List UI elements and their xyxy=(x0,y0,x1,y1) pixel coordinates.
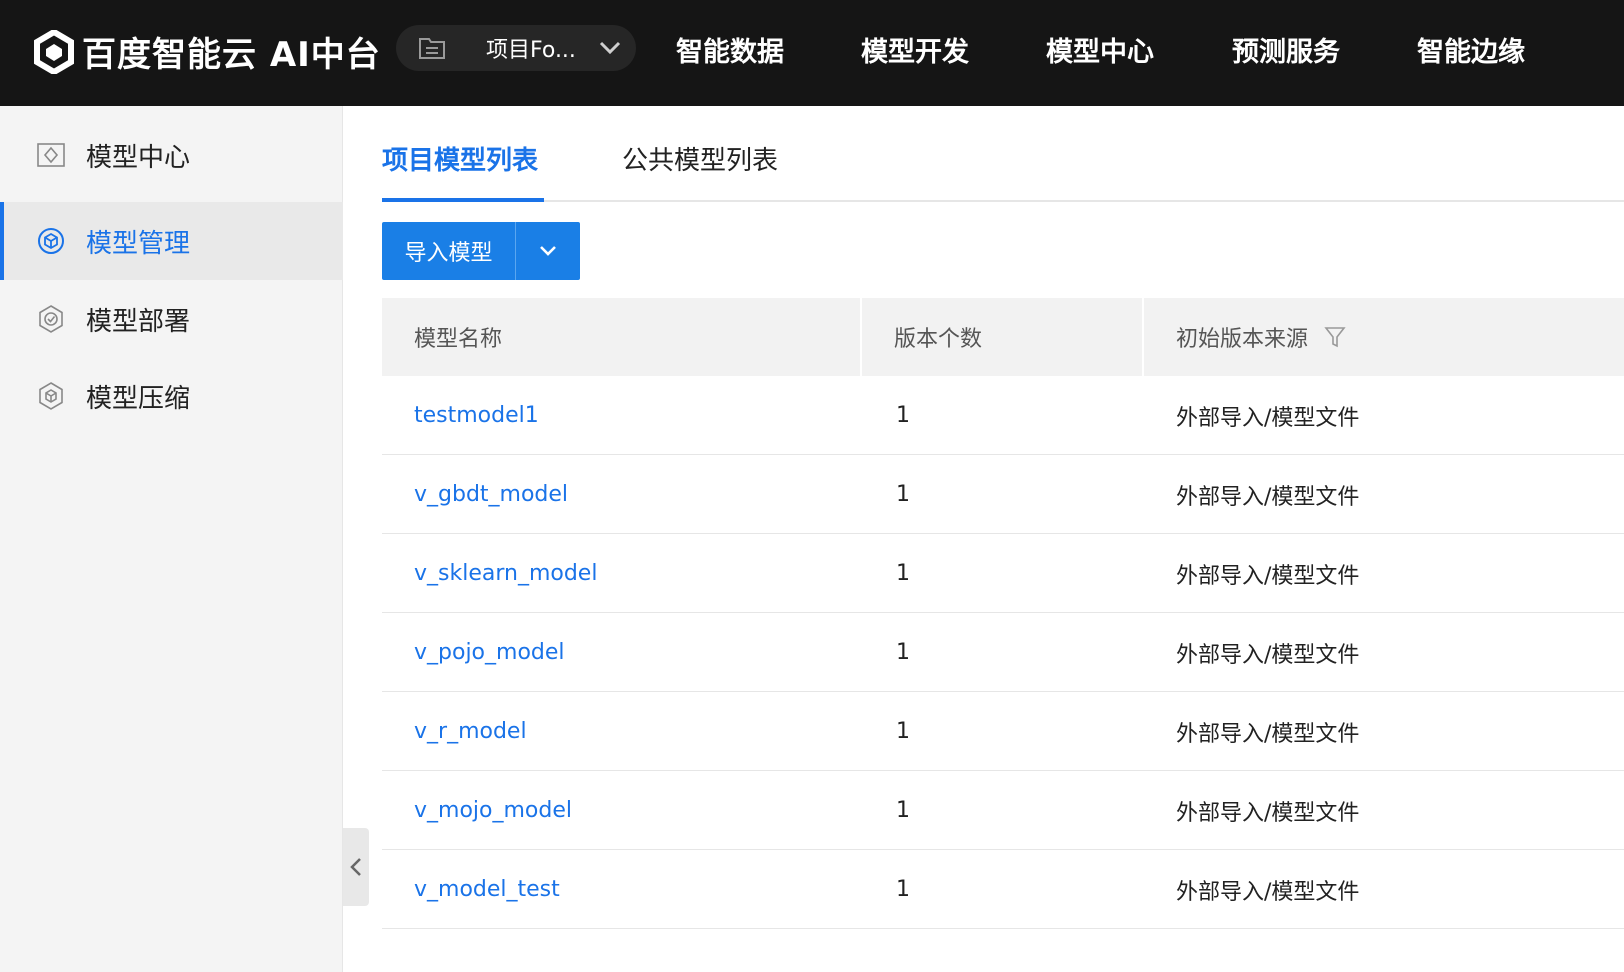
import-model-button[interactable]: 导入模型 xyxy=(382,222,516,280)
version-count: 1 xyxy=(896,561,910,586)
version-count: 1 xyxy=(896,719,910,744)
model-table: 模型名称 版本个数 初始版本来源 testmodel1 1 外部导入/模型文件 … xyxy=(382,298,1624,929)
column-divider xyxy=(860,298,862,376)
sidebar-item-label: 模型管理 xyxy=(86,228,191,259)
project-name: 项目Fo... xyxy=(486,38,576,63)
model-name-link[interactable]: v_mojo_model xyxy=(414,771,572,850)
initial-source: 外部导入/模型文件 xyxy=(1176,484,1360,510)
model-compress-icon xyxy=(39,382,63,410)
import-model-split-button: 导入模型 xyxy=(382,222,580,280)
sidebar-item-model-manage[interactable]: 模型管理 xyxy=(0,202,343,280)
tab-public-models[interactable]: 公共模型列表 xyxy=(622,140,778,177)
model-list-tabs: 项目模型列表 公共模型列表 xyxy=(382,106,1624,202)
sidebar-item-label: 模型压缩 xyxy=(86,383,191,414)
folder-icon xyxy=(419,38,445,59)
table-row: v_sklearn_model 1 外部导入/模型文件 xyxy=(382,534,1624,613)
model-deploy-icon xyxy=(39,305,63,333)
initial-source: 外部导入/模型文件 xyxy=(1176,563,1360,589)
baidu-cloud-logo-icon xyxy=(34,29,74,74)
top-navigation-bar: 百度智能云 AI中台 项目Fo... 智能数据 模型开发 模型中心 预测服务 智… xyxy=(0,0,1624,106)
column-header-version-count: 版本个数 xyxy=(894,327,983,352)
sidebar-item-model-center[interactable]: 模型中心 xyxy=(0,116,343,194)
sidebar-item-label: 模型中心 xyxy=(86,142,191,173)
table-row: testmodel1 1 外部导入/模型文件 xyxy=(382,376,1624,455)
nav-model-center[interactable]: 模型中心 xyxy=(1046,30,1154,69)
table-row: v_gbdt_model 1 外部导入/模型文件 xyxy=(382,455,1624,534)
model-center-icon xyxy=(37,143,65,167)
column-header-label: 初始版本来源 xyxy=(1176,327,1309,352)
brand-name: 百度智能云 AI中台 xyxy=(82,35,381,75)
initial-source: 外部导入/模型文件 xyxy=(1176,800,1360,826)
filter-icon[interactable] xyxy=(1324,325,1346,349)
nav-model-dev[interactable]: 模型开发 xyxy=(861,30,969,69)
initial-source: 外部导入/模型文件 xyxy=(1176,721,1360,747)
nav-smart-data[interactable]: 智能数据 xyxy=(676,30,784,69)
project-selector[interactable]: 项目Fo... xyxy=(396,25,636,71)
version-count: 1 xyxy=(896,482,910,507)
version-count: 1 xyxy=(896,640,910,665)
model-manage-icon xyxy=(38,228,64,254)
sidebar-item-model-compress[interactable]: 模型压缩 xyxy=(0,357,343,435)
version-count: 1 xyxy=(896,798,910,823)
version-count: 1 xyxy=(896,403,910,428)
table-row: v_pojo_model 1 外部导入/模型文件 xyxy=(382,613,1624,692)
nav-prediction-service[interactable]: 预测服务 xyxy=(1232,30,1340,69)
model-name-link[interactable]: v_pojo_model xyxy=(414,613,565,692)
model-name-link[interactable]: v_model_test xyxy=(414,850,560,929)
version-count: 1 xyxy=(896,877,910,902)
column-divider xyxy=(1142,298,1144,376)
initial-source: 外部导入/模型文件 xyxy=(1176,642,1360,668)
table-header: 模型名称 版本个数 初始版本来源 xyxy=(382,298,1624,376)
chevron-down-icon xyxy=(540,246,556,256)
model-name-link[interactable]: v_gbdt_model xyxy=(414,455,568,534)
column-header-initial-source: 初始版本来源 xyxy=(1176,298,1346,376)
chevron-down-icon xyxy=(599,41,621,55)
sidebar: 模型中心 模型管理 模型部署 模型压缩 xyxy=(0,106,343,972)
initial-source: 外部导入/模型文件 xyxy=(1176,405,1360,431)
tab-project-models[interactable]: 项目模型列表 xyxy=(382,140,538,177)
column-header-model-name: 模型名称 xyxy=(414,327,503,352)
initial-source: 外部导入/模型文件 xyxy=(1176,879,1360,905)
model-name-link[interactable]: v_r_model xyxy=(414,692,527,771)
nav-smart-edge[interactable]: 智能边缘 xyxy=(1417,30,1525,69)
sidebar-collapse-button[interactable] xyxy=(343,828,369,906)
import-model-dropdown-button[interactable] xyxy=(516,222,580,280)
table-row: v_r_model 1 外部导入/模型文件 xyxy=(382,692,1624,771)
sidebar-item-model-deploy[interactable]: 模型部署 xyxy=(0,280,343,358)
sidebar-item-label: 模型部署 xyxy=(86,306,191,337)
brand-logo[interactable]: 百度智能云 AI中台 xyxy=(34,27,381,76)
table-row: v_model_test 1 外部导入/模型文件 xyxy=(382,850,1624,929)
model-name-link[interactable]: v_sklearn_model xyxy=(414,534,597,613)
active-tab-indicator xyxy=(382,198,544,202)
model-name-link[interactable]: testmodel1 xyxy=(414,376,539,455)
chevron-left-icon xyxy=(350,858,361,876)
table-row: v_mojo_model 1 外部导入/模型文件 xyxy=(382,771,1624,850)
